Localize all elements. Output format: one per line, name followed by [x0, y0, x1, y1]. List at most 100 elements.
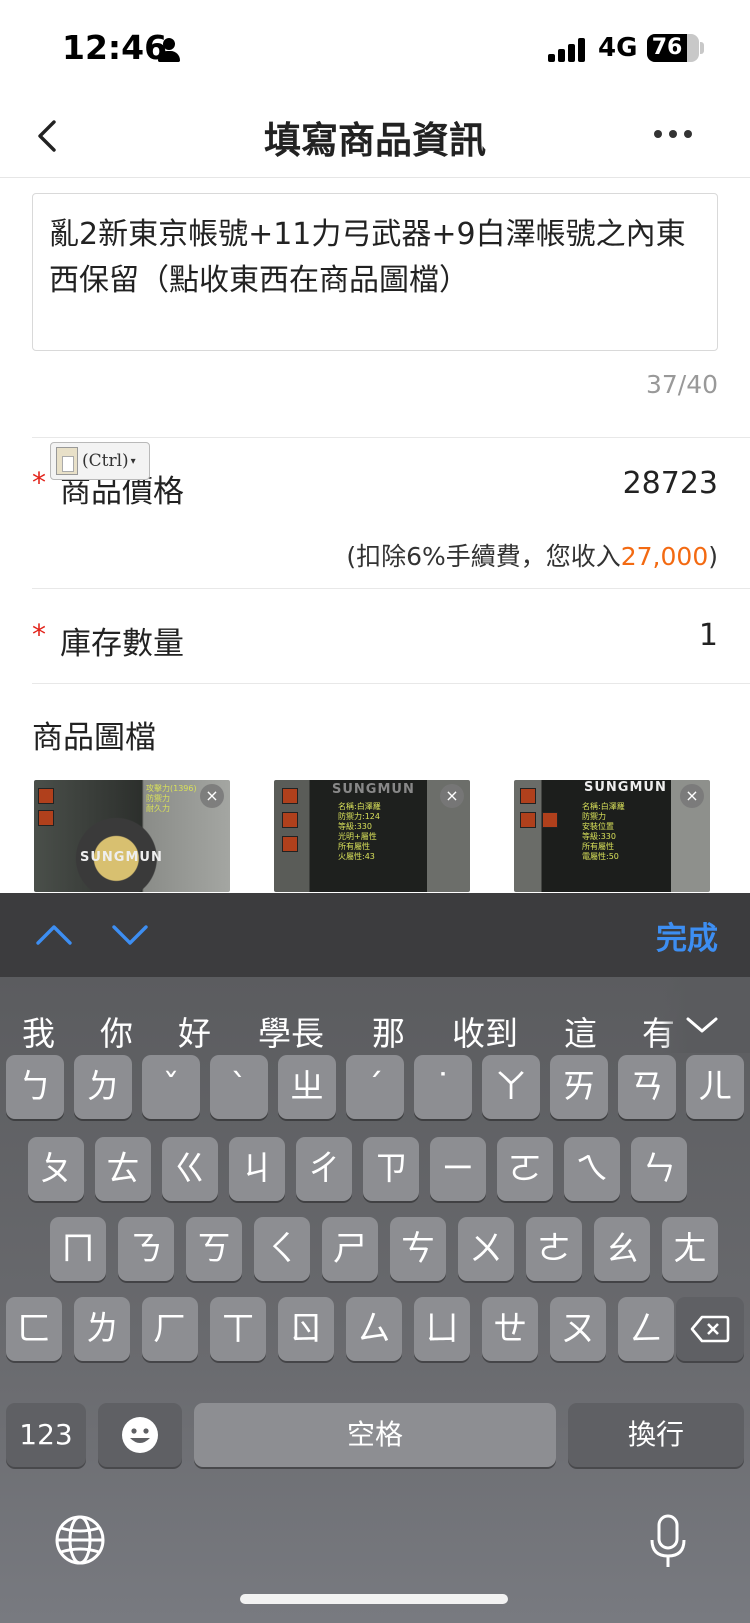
space-key[interactable]: 空格 [194, 1403, 556, 1467]
candidate-word[interactable]: 收到 [452, 1007, 518, 1055]
home-indicator [240, 1594, 508, 1604]
divider [32, 437, 750, 438]
paste-options-popup[interactable]: (Ctrl) ▾ [50, 442, 150, 480]
keyboard-key[interactable]: ㄏ [142, 1297, 198, 1361]
dropdown-arrow-icon: ▾ [130, 455, 136, 467]
battery-icon: 76 [647, 34, 699, 62]
keyboard-key[interactable]: ㄈ [6, 1297, 62, 1361]
keyboard-key[interactable]: ㄧ [430, 1137, 486, 1201]
paste-popup-label: (Ctrl) [82, 451, 129, 471]
product-name-input[interactable]: 亂2新東京帳號+11力弓武器+9白澤帳號之內東西保留（點收東西在商品圖檔） [32, 193, 718, 351]
battery-level: 76 [651, 35, 683, 60]
chevron-down-icon[interactable] [666, 997, 736, 1057]
chevron-up-icon[interactable] [34, 917, 74, 953]
product-image-thumb[interactable]: SUNGMUN 攻擊力(1396) 防禦力 耐久力 × [34, 780, 230, 892]
keyboard-key[interactable]: ㄌ [74, 1297, 130, 1361]
keyboard-key[interactable]: ㄎ [186, 1217, 242, 1281]
numbers-key[interactable]: 123 [6, 1403, 86, 1467]
candidate-word[interactable]: 學長 [258, 1007, 324, 1055]
image-watermark: SUNGMUN [332, 782, 415, 797]
keyboard-key[interactable]: ㄣ [631, 1137, 687, 1201]
price-input[interactable]: 28723 [623, 466, 718, 501]
done-button[interactable]: 完成 [656, 913, 718, 958]
required-mark: * [32, 618, 46, 651]
keyboard-key[interactable]: ㄍ [162, 1137, 218, 1201]
product-image-thumb[interactable]: SUNGMUN 名稱:白澤羅 防禦力 安裝位置 等級:330 所有屬性 電屬性:50 × [514, 780, 710, 892]
keyboard-key[interactable]: ㄗ [363, 1137, 419, 1201]
keyboard-key[interactable]: ㄓ [278, 1055, 336, 1119]
close-icon[interactable]: × [680, 784, 704, 808]
keyboard-key[interactable]: ㄞ [550, 1055, 608, 1119]
keyboard-key[interactable]: ㄟ [564, 1137, 620, 1201]
more-dots-icon[interactable] [654, 124, 694, 144]
candidate-word[interactable]: 你 [100, 1007, 133, 1055]
stock-label: 庫存數量 [60, 626, 184, 662]
keyboard-key[interactable]: ㄔ [296, 1137, 352, 1201]
image-watermark: SUNGMUN [584, 780, 667, 795]
keyboard-key[interactable]: ㄦ [686, 1055, 744, 1119]
keyboard-key[interactable]: ㄥ [618, 1297, 674, 1361]
keyboard-key[interactable]: ㄕ [322, 1217, 378, 1281]
keyboard-key[interactable]: ˙ [414, 1055, 472, 1119]
keyboard-key[interactable]: ㄋ [118, 1217, 174, 1281]
required-mark: * [32, 466, 46, 499]
close-icon[interactable]: × [440, 784, 464, 808]
chevron-down-icon[interactable] [110, 917, 150, 953]
stock-input[interactable]: 1 [699, 618, 718, 653]
image-watermark: SUNGMUN [80, 850, 163, 865]
keyboard-key[interactable]: ㄡ [550, 1297, 606, 1361]
page-title: 填寫商品資訊 [264, 119, 486, 162]
fee-suffix: ) [708, 542, 718, 571]
income-amount: 27,000 [620, 542, 709, 571]
keyboard-key[interactable]: ˋ [210, 1055, 268, 1119]
keyboard-key[interactable]: ㄛ [497, 1137, 553, 1201]
keyboard-key[interactable]: ㄐ [229, 1137, 285, 1201]
candidate-word[interactable]: 好 [178, 1007, 211, 1055]
keyboard-key[interactable]: ㄤ [662, 1217, 718, 1281]
keyboard-key[interactable]: ㄚ [482, 1055, 540, 1119]
emoji-icon[interactable] [98, 1403, 182, 1467]
keyboard-key[interactable]: ㄝ [482, 1297, 538, 1361]
keyboard-key[interactable]: ˇ [142, 1055, 200, 1119]
cellular-signal-icon [548, 38, 588, 62]
person-icon [158, 38, 180, 62]
keyboard-key[interactable]: ㄇ [50, 1217, 106, 1281]
keyboard-key[interactable]: ㄨ [458, 1217, 514, 1281]
keyboard-key[interactable]: ㄒ [210, 1297, 266, 1361]
keyboard-key[interactable]: ㄢ [618, 1055, 676, 1119]
return-key[interactable]: 換行 [568, 1403, 744, 1467]
nav-bar: 填寫商品資訊 [0, 96, 750, 178]
candidate-word[interactable]: 這 [564, 1007, 597, 1055]
keyboard-key[interactable]: ㄅ [6, 1055, 64, 1119]
status-time: 12:46 [62, 28, 168, 67]
network-type: 4G [598, 33, 638, 63]
keyboard-key[interactable]: ㄩ [414, 1297, 470, 1361]
keyboard-key[interactable]: ˊ [346, 1055, 404, 1119]
battery-tip [700, 42, 704, 54]
keyboard-toolbar: 完成 [0, 893, 750, 977]
globe-icon[interactable] [54, 1514, 106, 1566]
fee-note: (扣除6%手續費，您收入27,000) [346, 537, 718, 573]
divider [32, 683, 750, 684]
backspace-icon[interactable] [676, 1297, 744, 1361]
keyboard-key[interactable]: ㄊ [95, 1137, 151, 1201]
candidate-word[interactable]: 我 [22, 1007, 55, 1055]
close-icon[interactable]: × [200, 784, 224, 808]
keyboard-key[interactable]: ㄠ [594, 1217, 650, 1281]
keyboard-key[interactable]: ㄖ [278, 1297, 334, 1361]
keyboard-key[interactable]: ㄘ [390, 1217, 446, 1281]
candidate-word[interactable]: 那 [372, 1007, 405, 1055]
microphone-icon[interactable] [648, 1514, 688, 1570]
keyboard-key[interactable]: ㄙ [346, 1297, 402, 1361]
images-section-title: 商品圖檔 [32, 720, 156, 756]
keyboard-key[interactable]: ㄉ [74, 1055, 132, 1119]
product-image-thumb[interactable]: SUNGMUN 名稱:白澤羅 防禦力:124 等級:330 光明+屬性 所有屬性 火屬性:… [274, 780, 470, 892]
keyboard: 我 你 好 學長 那 收到 這 有 ㄅㄉ ˇ ˋ ㄓ ˊ ˙ ㄚㄞㄢㄦㄆㄊㄍㄐㄔㄗㄧㄛㄟㄣㄇ… [0, 977, 750, 1623]
keyboard-key[interactable]: ㄜ [526, 1217, 582, 1281]
status-bar: 12:46 4G 76 [0, 0, 750, 96]
clipboard-icon [56, 447, 78, 475]
keyboard-key[interactable]: ㄆ [28, 1137, 84, 1201]
keyboard-key[interactable]: ㄑ [254, 1217, 310, 1281]
divider [32, 588, 750, 589]
char-counter: 37/40 [645, 370, 718, 399]
